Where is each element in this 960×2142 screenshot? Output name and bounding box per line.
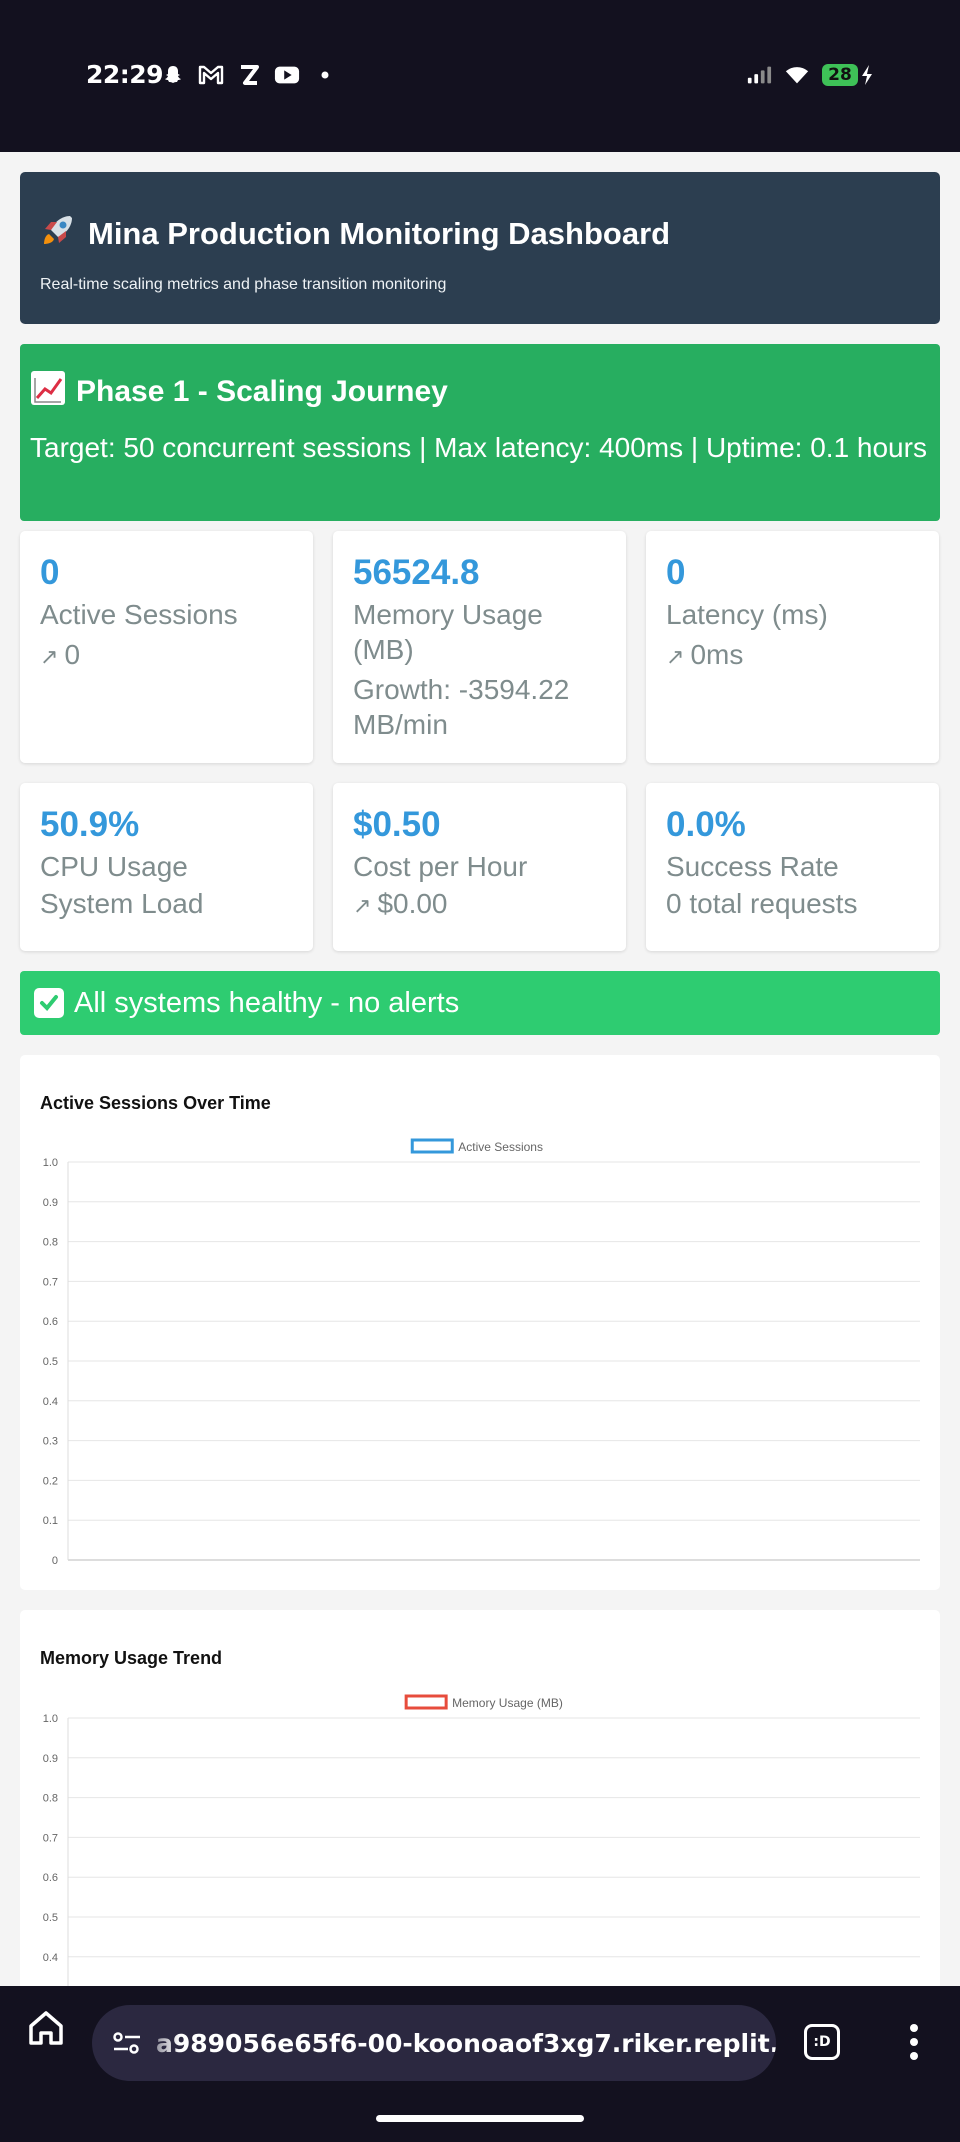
charging-icon bbox=[860, 62, 874, 88]
metric-card-cost-per-hour: $0.50 Cost per Hour ↗ $0.00 bbox=[333, 783, 626, 951]
chart-legend: Memory Usage (MB) bbox=[404, 1694, 563, 1710]
address-bar[interactable]: a989056e65f6-00-koonoaof3xg7.riker.repli… bbox=[92, 2005, 776, 2081]
metric-sub: System Load bbox=[40, 888, 204, 919]
page-title: Mina Production Monitoring Dashboard bbox=[40, 212, 920, 256]
metric-label: CPU Usage bbox=[40, 851, 188, 882]
y-tick-label: 0.9 bbox=[43, 1197, 58, 1209]
z-app-icon bbox=[236, 62, 262, 88]
youtube-icon bbox=[274, 62, 300, 88]
chart-card-memory-usage: Memory Usage Trend Memory Usage (MB) 0.4 0… bbox=[20, 1610, 940, 1990]
trend-arrow-icon: ↗ bbox=[666, 644, 685, 669]
system-icons: 28 bbox=[746, 62, 874, 88]
y-tick-label: 0.2 bbox=[43, 1475, 58, 1487]
y-tick-label: 0.7 bbox=[43, 1276, 58, 1288]
gmail-icon bbox=[198, 62, 224, 88]
y-tick-label: 0.1 bbox=[43, 1515, 58, 1527]
metric-value: 50.9% bbox=[40, 805, 140, 844]
browser-bar: a989056e65f6-00-koonoaof3xg7.riker.repli… bbox=[0, 1986, 960, 2142]
metric-value: 0.0% bbox=[666, 805, 746, 844]
snapchat-icon bbox=[160, 62, 186, 88]
y-tick-label: 0.8 bbox=[43, 1237, 58, 1249]
legend-label: Memory Usage (MB) bbox=[452, 1696, 563, 1710]
tab-switcher-button[interactable]: :D bbox=[804, 2024, 840, 2060]
chart-title: Active Sessions Over Time bbox=[40, 1093, 271, 1113]
y-tick-label: 0.6 bbox=[43, 1316, 58, 1328]
phase-title: Phase 1 - Scaling Journey bbox=[30, 370, 930, 414]
metric-sub: 0 total requests bbox=[666, 888, 858, 919]
metric-sub: ↗ $0.00 bbox=[353, 888, 448, 919]
check-mark-icon bbox=[34, 988, 64, 1018]
y-tick-label: 0.8 bbox=[43, 1793, 58, 1805]
page-subtitle: Real-time scaling metrics and phase tran… bbox=[40, 276, 447, 293]
y-tick-label: 0.4 bbox=[43, 1952, 58, 1964]
chart-title: Memory Usage Trend bbox=[40, 1648, 223, 1668]
phase-banner: Phase 1 - Scaling Journey Target: 50 con… bbox=[20, 344, 940, 521]
metric-sub: ↗ 0 bbox=[40, 639, 81, 670]
metric-value: 56524.8 bbox=[353, 553, 480, 592]
alert-banner: All systems healthy - no alerts bbox=[20, 971, 940, 1035]
wifi-icon bbox=[784, 62, 810, 88]
metric-sub: Growth: -3594.22 MB/min bbox=[353, 674, 570, 740]
y-tick-label: 0.5 bbox=[43, 1356, 58, 1368]
rocket-icon bbox=[40, 212, 76, 256]
status-bar: 22:29 28 bbox=[0, 0, 960, 152]
metric-card-latency: 0 Latency (ms) ↗ 0ms bbox=[646, 531, 939, 763]
metric-label: Memory Usage (MB) bbox=[353, 599, 543, 665]
y-tick-label: 0.9 bbox=[43, 1753, 58, 1765]
legend-label: Active Sessions bbox=[458, 1140, 543, 1154]
legend-swatch bbox=[404, 1694, 448, 1710]
chart-increasing-icon bbox=[30, 370, 66, 414]
y-tick-label: 0.7 bbox=[43, 1832, 58, 1844]
notification-icons bbox=[160, 62, 338, 88]
y-tick-label: 1.0 bbox=[43, 1713, 58, 1725]
metric-sub: ↗ 0ms bbox=[666, 639, 744, 670]
metrics-row-2: 50.9% CPU Usage System Load $0.50 Cost p… bbox=[20, 783, 940, 951]
y-tick-label: 0.4 bbox=[43, 1396, 58, 1408]
y-tick-label: 0.3 bbox=[43, 1436, 58, 1448]
y-tick-label: 0 bbox=[52, 1555, 58, 1567]
metric-label: Active Sessions bbox=[40, 599, 238, 630]
status-time: 22:29 bbox=[86, 60, 164, 89]
metric-card-cpu-usage: 50.9% CPU Usage System Load bbox=[20, 783, 313, 951]
metric-card-success-rate: 0.0% Success Rate 0 total requests bbox=[646, 783, 939, 951]
metric-value: 0 bbox=[40, 553, 60, 592]
alert-text: All systems healthy - no alerts bbox=[74, 986, 460, 1019]
dashboard-header: Mina Production Monitoring Dashboard Rea… bbox=[20, 172, 940, 324]
metric-value: 0 bbox=[666, 553, 686, 592]
metric-card-active-sessions: 0 Active Sessions ↗ 0 bbox=[20, 531, 313, 763]
gesture-bar[interactable] bbox=[376, 2115, 584, 2122]
metric-label: Cost per Hour bbox=[353, 851, 528, 882]
active-sessions-chart: Active Sessions 0 0.1 0.2 0.3 0.4 0.5 0.6 0.7 0.8… bbox=[43, 1138, 920, 1567]
metrics-row-1: 0 Active Sessions ↗ 0 56524.8 Memory Usag… bbox=[20, 531, 940, 763]
phase-description: Target: 50 concurrent sessions | Max lat… bbox=[30, 432, 927, 463]
metric-card-memory-usage: 56524.8 Memory Usage (MB) Growth: -3594.… bbox=[333, 531, 626, 763]
metric-value: $0.50 bbox=[353, 805, 441, 844]
trend-arrow-icon: ↗ bbox=[40, 644, 59, 669]
trend-arrow-icon: ↗ bbox=[353, 893, 372, 918]
dashboard-page: Mina Production Monitoring Dashboard Rea… bbox=[20, 172, 940, 1990]
y-tick-label: 1.0 bbox=[43, 1157, 58, 1169]
metric-label: Success Rate bbox=[666, 851, 839, 882]
home-icon[interactable] bbox=[26, 2008, 66, 2048]
battery-icon: 28 bbox=[822, 64, 858, 86]
more-vert-icon[interactable] bbox=[900, 2020, 928, 2064]
y-tick-label: 0.6 bbox=[43, 1872, 58, 1884]
url-text[interactable]: a989056e65f6-00-koonoaof3xg7.riker.repli… bbox=[156, 2029, 776, 2058]
metric-label: Latency (ms) bbox=[666, 599, 828, 630]
chart-card-active-sessions: Active Sessions Over Time Active Session… bbox=[20, 1055, 940, 1590]
legend-swatch bbox=[410, 1138, 454, 1154]
chart-legend: Active Sessions bbox=[410, 1138, 543, 1154]
tune-icon[interactable] bbox=[112, 2030, 142, 2056]
y-tick-label: 0.5 bbox=[43, 1912, 58, 1924]
dot-icon bbox=[312, 62, 338, 88]
signal-icon bbox=[746, 62, 772, 88]
